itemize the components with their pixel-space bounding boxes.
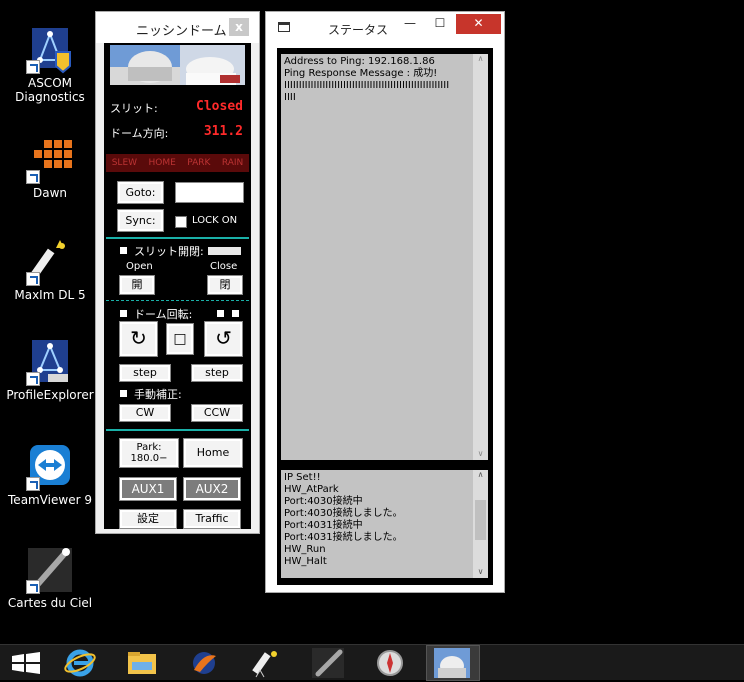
manual-correction-label: 手動補正: (134, 388, 182, 401)
slit-open-button[interactable]: 開 (119, 275, 155, 295)
slit-label: スリット: (110, 102, 158, 115)
dome-window-title: ニッシンドーム (136, 24, 227, 39)
park-button[interactable]: Park: 180.0− (119, 438, 179, 468)
rotate-ccw-icon: ↻ (130, 326, 147, 350)
scroll-up-arrow-icon: ∧ (477, 470, 484, 479)
traffic-button[interactable]: Traffic (183, 509, 241, 529)
slit-status-value: Closed (196, 99, 243, 114)
manual-ccw-button[interactable]: CCW (191, 404, 243, 422)
comet-app-icon[interactable] (310, 648, 346, 678)
status-log-panel: Address to Ping: 192.168.1.86 Ping Respo… (277, 48, 493, 585)
status-window: ステータス — ☐ ✕ Address to Ping: 192.168.1.8… (265, 11, 505, 593)
desktop-icon-label: ASCOM Diagnostics (15, 76, 85, 104)
observatory-app-icon[interactable] (434, 648, 470, 678)
bullet-square (120, 247, 127, 254)
indicator-square-left (217, 310, 224, 317)
desktop-icon-ascom-diagnostics[interactable]: ASCOM Diagnostics (4, 26, 96, 104)
slit-progress-bar (208, 247, 241, 255)
windows-start-icon[interactable] (8, 648, 44, 678)
event-log-scrollbar[interactable]: ∧ ∨ (473, 470, 488, 578)
scroll-down-arrow-icon: ∨ (477, 567, 484, 576)
maxim-telescope-icon (26, 238, 74, 286)
lock-on-label: LOCK ON (192, 215, 238, 226)
park-indicator: PARK (187, 158, 211, 168)
home-button[interactable]: Home (183, 438, 243, 468)
dome-rotation-label: ドーム回転: (134, 308, 193, 321)
teal-separator (106, 237, 249, 239)
status-window-title: ステータス (328, 23, 389, 37)
event-log-text: IP Set!! HW_AtPark Port:4030接続中 Port:403… (281, 470, 473, 578)
open-label: Open (126, 261, 153, 272)
rain-indicator: RAIN (221, 158, 244, 168)
desktop-icon-label: MaxIm DL 5 (14, 288, 86, 302)
park-position-value: 180.0− (130, 453, 168, 464)
firebird-app-icon[interactable] (186, 648, 222, 678)
scroll-down-arrow-icon: ∨ (477, 449, 484, 458)
dome-direction-value: 311.2 (203, 124, 243, 139)
minimize-button[interactable]: — (396, 14, 424, 34)
comet-icon (26, 546, 74, 594)
dome-direction-label: ドーム方向: (110, 127, 169, 140)
desktop-icon-teamviewer[interactable]: TeamViewer 9 (4, 443, 96, 507)
rotate-cw-icon: ↺ (215, 326, 232, 350)
internet-explorer-icon[interactable] (62, 648, 98, 678)
window-close-button[interactable]: ✕ (456, 14, 501, 34)
sync-button[interactable]: Sync: (117, 209, 164, 232)
manual-cw-button[interactable]: CW (119, 404, 171, 422)
dome-control-panel: スリット: Closed ドーム方向: 311.2 SLEW HOME PARK… (104, 43, 251, 529)
desktop-icon-maxim-dl[interactable]: MaxIm DL 5 (4, 238, 96, 302)
status-window-icon (278, 22, 290, 32)
dome-close-button[interactable]: x (229, 18, 249, 36)
observatory-photo (110, 45, 245, 85)
slit-close-button[interactable]: 閉 (207, 275, 243, 295)
telescope-app-icon[interactable] (246, 648, 282, 678)
home-indicator: HOME (148, 158, 176, 168)
dome-window: ニッシンドーム x スリット: Closed ドーム方向: 311.2 SLEW… (95, 11, 260, 534)
ping-log-text: Address to Ping: 192.168.1.86 Ping Respo… (281, 54, 473, 460)
scroll-thumb[interactable] (475, 500, 486, 540)
stop-icon: □ (173, 331, 187, 347)
desktop-icon-profile-explorer[interactable]: ProfileExplorer (4, 338, 96, 402)
step-left-button[interactable]: step (119, 364, 171, 382)
rotate-stop-button[interactable]: □ (166, 323, 194, 355)
bullet-square (120, 310, 127, 317)
file-explorer-icon[interactable] (124, 648, 160, 678)
desktop-icon-label: Dawn (32, 186, 67, 200)
teal-dashed-separator (106, 300, 249, 301)
desktop-icon-dawn[interactable]: Dawn (4, 136, 96, 200)
desktop-icon-label: TeamViewer 9 (8, 493, 92, 507)
close-label: Close (210, 261, 238, 272)
ping-log-scrollbar[interactable]: ∧ ∨ (473, 54, 488, 460)
ascom-profile-icon (26, 338, 74, 386)
teal-separator (106, 429, 249, 431)
rotate-cw-button[interactable]: ↺ (204, 321, 243, 357)
maximize-button[interactable]: ☐ (426, 14, 454, 34)
dome-titlebar[interactable]: ニッシンドーム x (96, 12, 259, 43)
desktop-icon-label: ProfileExplorer (6, 388, 94, 402)
step-right-button[interactable]: step (191, 364, 243, 382)
ascom-diagnostics-icon (26, 26, 74, 74)
teamviewer-icon (26, 443, 74, 491)
desktop-icon-cartes-du-ciel[interactable]: Cartes du Ciel (4, 546, 96, 610)
slew-indicator: SLEW (111, 158, 138, 168)
settings-button[interactable]: 設定 (119, 509, 177, 529)
indicator-square-right (232, 310, 239, 317)
status-indicator-strip: SLEW HOME PARK RAIN (106, 154, 249, 172)
bullet-square (120, 390, 127, 397)
taskbar (0, 644, 744, 681)
park-label: Park: (136, 442, 162, 453)
compass-app-icon[interactable] (372, 648, 408, 678)
lock-on-checkbox[interactable] (175, 216, 187, 228)
slit-open-close-label: スリット開閉: (134, 245, 204, 258)
dawn-icon (26, 136, 74, 184)
goto-input[interactable] (175, 182, 244, 203)
scroll-up-arrow-icon: ∧ (477, 54, 484, 63)
rotate-ccw-button[interactable]: ↻ (119, 321, 158, 357)
goto-button[interactable]: Goto: (117, 181, 164, 204)
desktop-icon-label: Cartes du Ciel (7, 596, 93, 610)
aux1-button[interactable]: AUX1 (119, 477, 177, 501)
aux2-button[interactable]: AUX2 (183, 477, 241, 501)
